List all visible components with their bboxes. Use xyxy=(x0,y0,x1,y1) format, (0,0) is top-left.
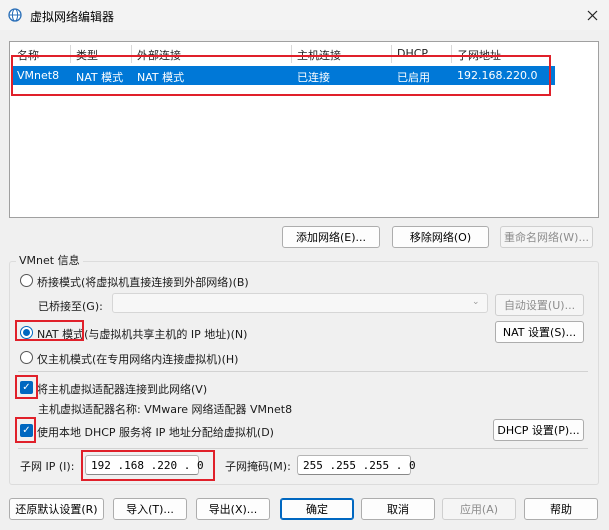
bridged-mode-label[interactable]: 桥接模式(将虚拟机直接连接到外部网络)(B) xyxy=(37,274,249,290)
subnet-mask-label: 子网掩码(M): xyxy=(225,460,291,473)
nat-settings-button[interactable]: NAT 设置(S)... xyxy=(495,321,584,343)
chevron-down-icon: ⌄ xyxy=(472,297,480,307)
dhcp-settings-button[interactable]: DHCP 设置(P)... xyxy=(493,419,584,441)
bridged-to-label: 已桥接至(G): xyxy=(38,300,103,313)
restore-defaults-button[interactable]: 还原默认设置(R) xyxy=(9,498,104,520)
rename-network-button[interactable]: 重命名网络(W)... xyxy=(500,226,593,248)
host-only-label[interactable]: 仅主机模式(在专用网络内连接虚拟机)(H) xyxy=(37,351,238,367)
highlight-box xyxy=(11,55,551,96)
window-title: 虚拟网络编辑器 xyxy=(30,10,115,24)
subnet-mask-field[interactable]: 255 .255 .255 . 0 xyxy=(297,455,416,475)
group-title: VMnet 信息 xyxy=(16,252,83,268)
export-button[interactable]: 导出(X)... xyxy=(196,498,270,520)
adapter-name-text: 主机虚拟适配器名称: VMware 网络适配器 VMnet8 xyxy=(38,403,293,416)
host-only-radio[interactable] xyxy=(20,351,33,364)
dhcp-label[interactable]: 使用本地 DHCP 服务将 IP 地址分配给虚拟机(D) xyxy=(37,424,274,440)
ok-button[interactable]: 确定 xyxy=(280,498,354,520)
add-network-button[interactable]: 添加网络(E)... xyxy=(282,226,380,248)
bridged-to-select[interactable] xyxy=(112,293,488,313)
remove-network-button[interactable]: 移除网络(O) xyxy=(392,226,489,248)
highlight-box xyxy=(15,375,38,399)
highlight-box xyxy=(81,450,215,481)
auto-settings-button[interactable]: 自动设置(U)... xyxy=(495,294,584,316)
network-globe-icon xyxy=(8,8,22,22)
divider xyxy=(18,448,588,449)
import-button[interactable]: 导入(T)... xyxy=(113,498,187,520)
divider xyxy=(18,371,588,372)
connect-adapter-label[interactable]: 将主机虚拟适配器连接到此网络(V) xyxy=(37,381,207,397)
highlight-box xyxy=(15,417,36,443)
highlight-box xyxy=(15,320,84,341)
bridged-mode-radio[interactable] xyxy=(20,274,33,287)
network-list[interactable]: 名称 类型 外部连接 主机连接 DHCP 子网地址 VMnet8 NAT 模式 … xyxy=(9,41,599,218)
cancel-button[interactable]: 取消 xyxy=(361,498,435,520)
close-icon xyxy=(587,10,597,20)
apply-button[interactable]: 应用(A) xyxy=(442,498,516,520)
subnet-ip-label: 子网 IP (I): xyxy=(20,460,75,473)
help-button[interactable]: 帮助 xyxy=(524,498,598,520)
close-button[interactable] xyxy=(578,2,606,28)
